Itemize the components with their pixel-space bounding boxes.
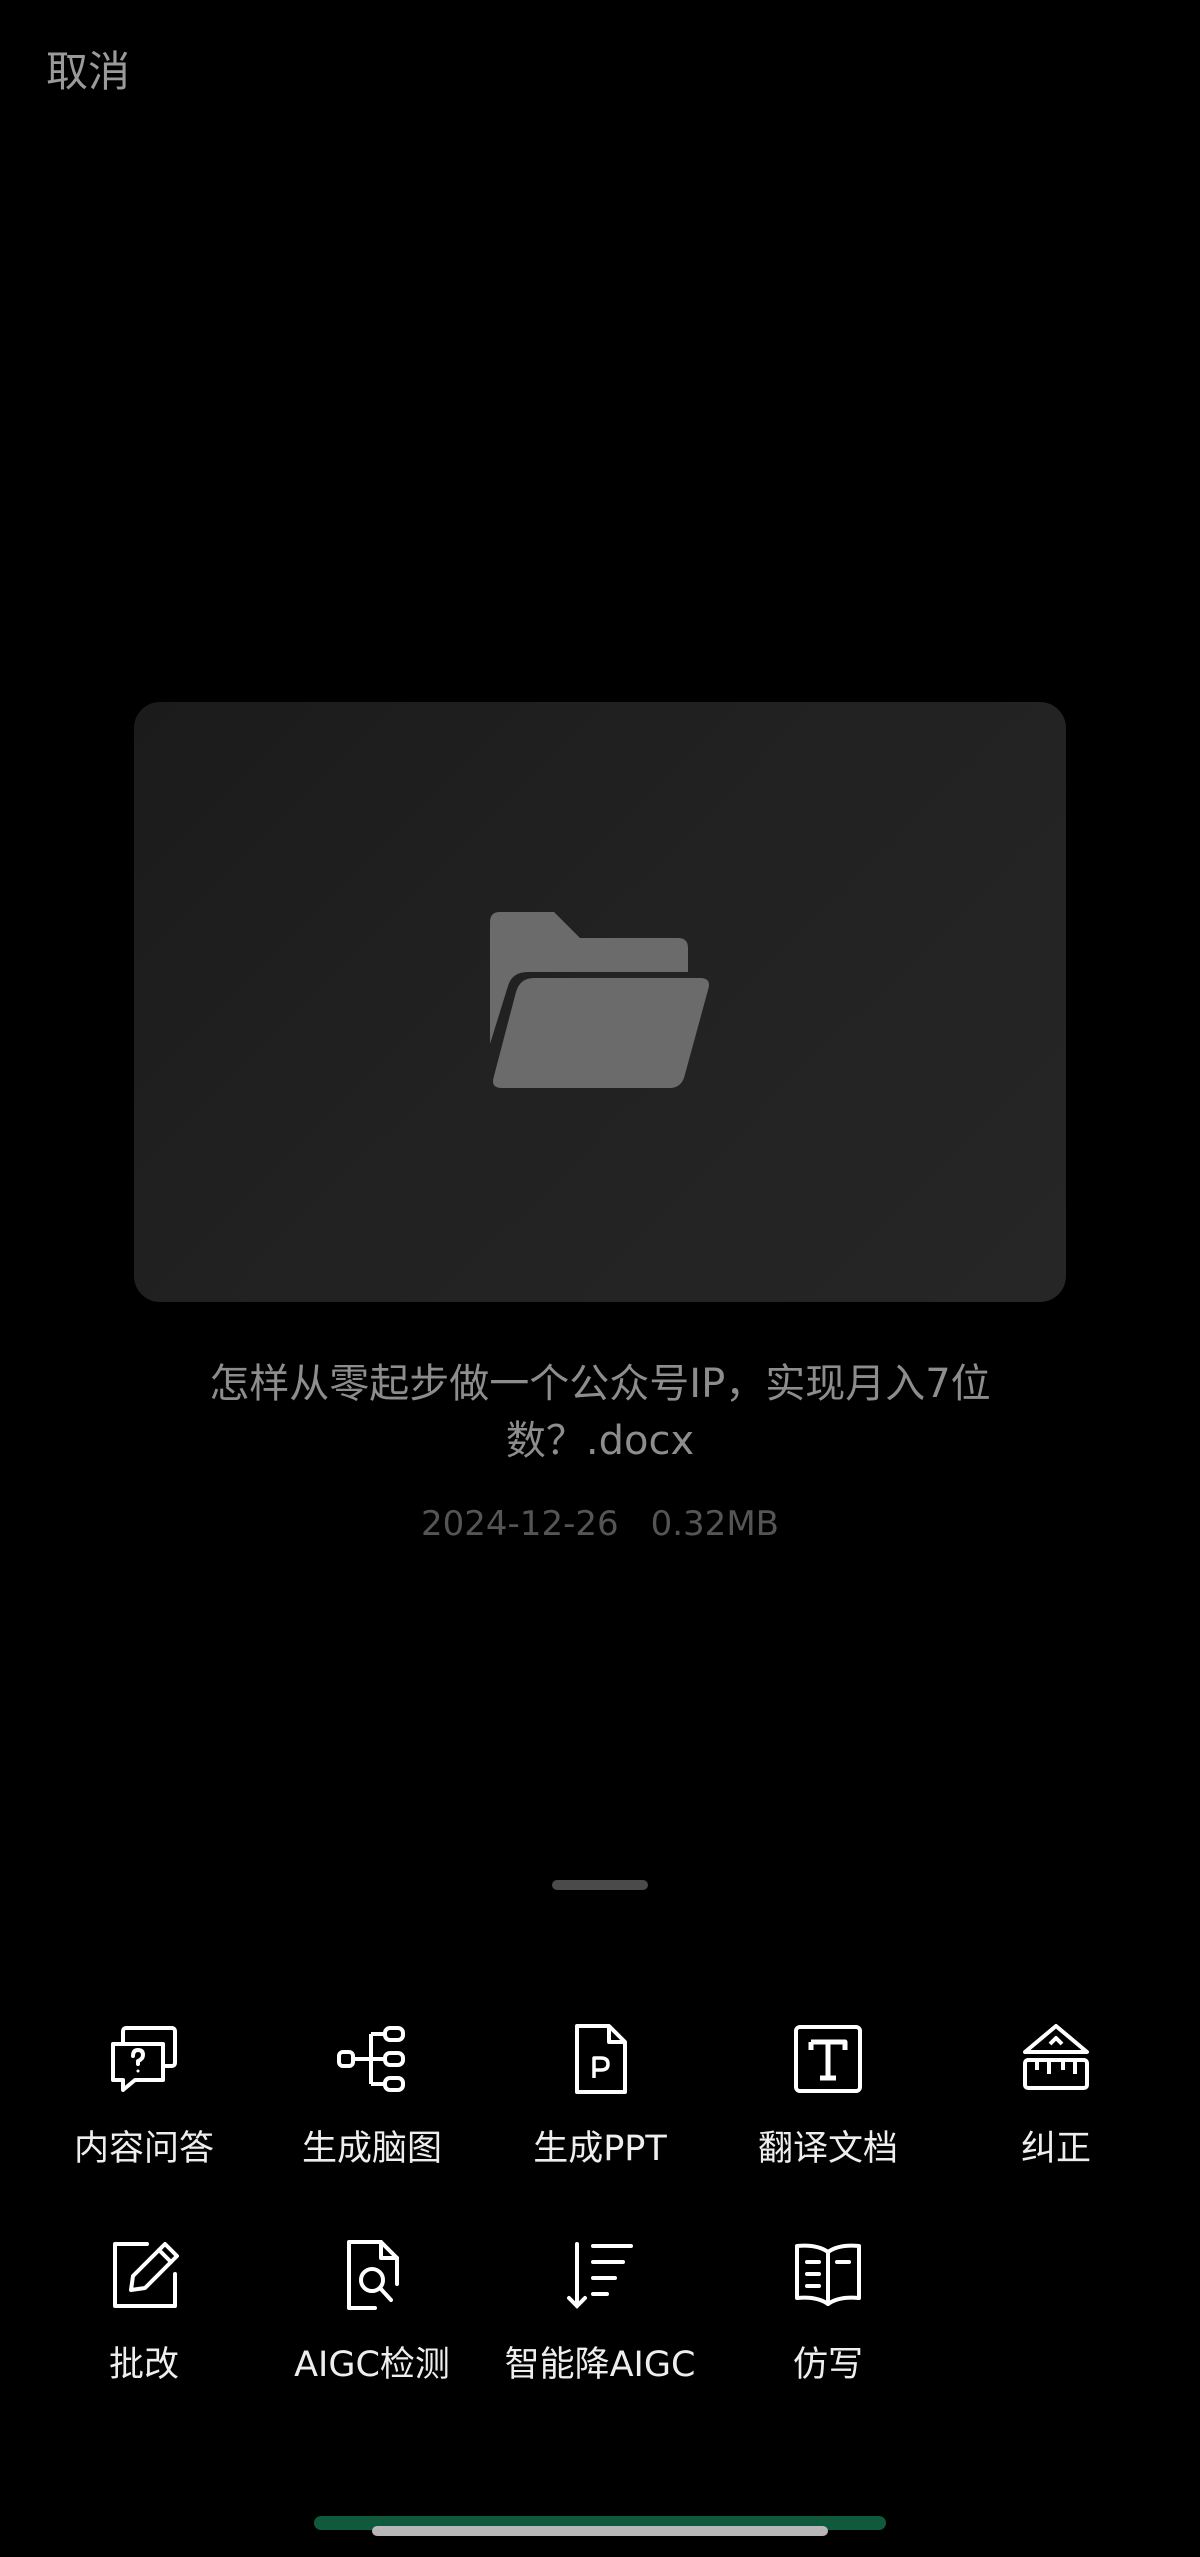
open-book-icon (789, 2236, 867, 2314)
mind-map-label: 生成脑图 (301, 2129, 442, 2169)
mind-map-icon (333, 2020, 411, 2098)
content-qa-label: 内容问答 (73, 2129, 214, 2169)
aigc-detect-label: AIGC检测 (294, 2345, 450, 2385)
aigc-detect-button[interactable]: AIGC检测 (258, 2226, 486, 2442)
file-name: 怎样从零起步做一个公众号IP，实现月入7位数？.docx (209, 1361, 991, 1464)
generate-ppt-label: 生成PPT (533, 2129, 667, 2169)
generate-ppt-button[interactable]: 生成PPT (486, 2010, 714, 2226)
cancel-button[interactable]: 取消 (46, 38, 130, 99)
imitate-writing-button[interactable]: 仿写 (714, 2226, 942, 2442)
content-qa-button[interactable]: 内容问答 (30, 2010, 258, 2226)
correct-label: 纠正 (1020, 2129, 1091, 2169)
action-grid: 内容问答 生成脑图 生成PPT 翻译文档 纠正 批改 AIGC检测 智能降AIG… (30, 2010, 1170, 2442)
home-indicator[interactable] (372, 2526, 828, 2536)
translate-doc-button[interactable]: 翻译文档 (714, 2010, 942, 2226)
reduce-aigc-button[interactable]: 智能降AIGC (486, 2226, 714, 2442)
document-search-icon (333, 2236, 411, 2314)
file-size: 0.32MB (650, 1504, 779, 1544)
edit-pen-icon (105, 2236, 183, 2314)
ppt-file-icon (561, 2020, 639, 2098)
sheet-drag-handle[interactable] (552, 1880, 648, 1890)
question-answer-icon (105, 2020, 183, 2098)
sort-reduce-icon (561, 2236, 639, 2314)
text-box-icon (789, 2020, 867, 2098)
reduce-aigc-label: 智能降AIGC (504, 2345, 696, 2385)
file-meta: 2024-12-26 0.32MB (0, 1504, 1200, 1544)
grade-button[interactable]: 批改 (30, 2226, 258, 2442)
translate-doc-label: 翻译文档 (757, 2129, 898, 2169)
folder-open-icon (490, 912, 709, 1088)
grade-label: 批改 (108, 2345, 179, 2385)
correct-button[interactable]: 纠正 (942, 2010, 1170, 2226)
file-date: 2024-12-26 (421, 1504, 619, 1544)
imitate-writing-label: 仿写 (792, 2345, 863, 2385)
ruler-correct-icon (1017, 2020, 1095, 2098)
mind-map-button[interactable]: 生成脑图 (258, 2010, 486, 2226)
